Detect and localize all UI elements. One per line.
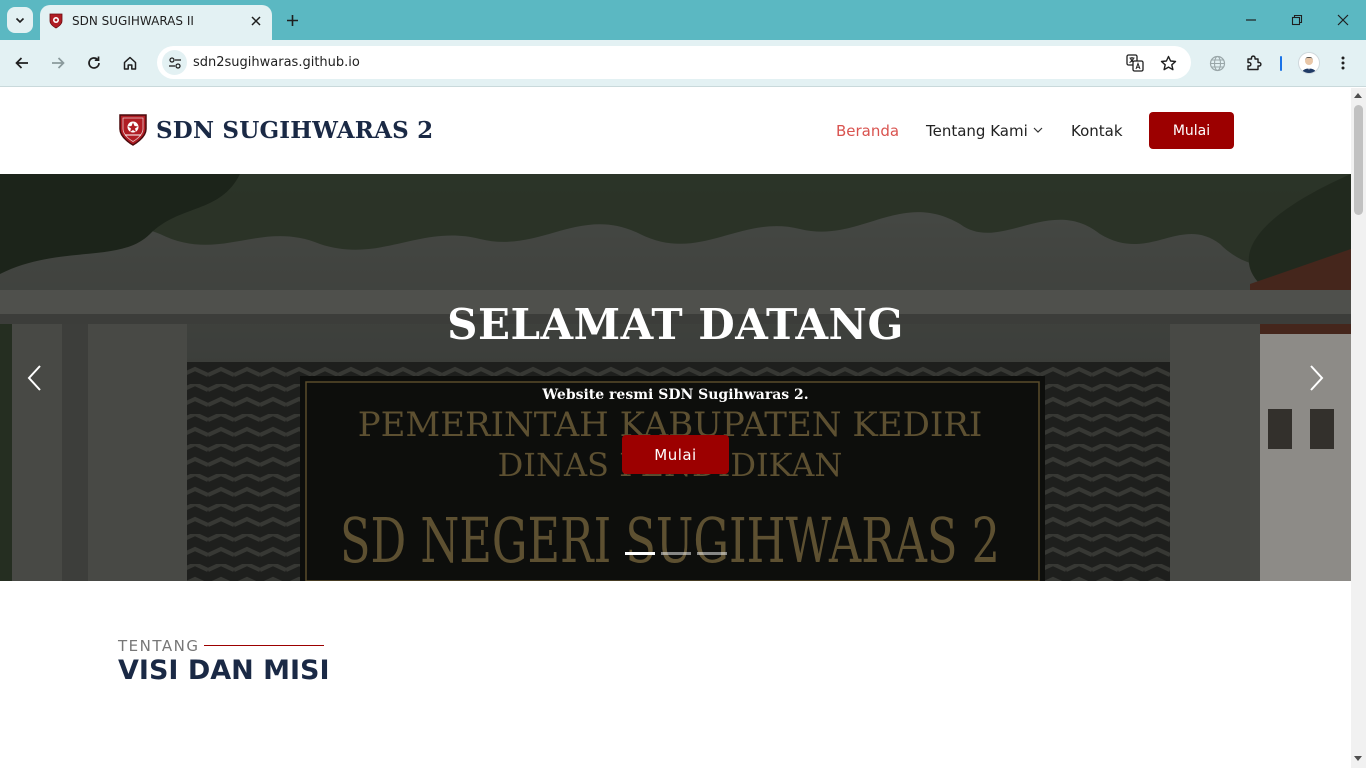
hero-title: SELAMAT DATANG bbox=[447, 300, 904, 349]
close-icon bbox=[1337, 14, 1349, 26]
scroll-up-icon[interactable] bbox=[1354, 93, 1362, 98]
hero-carousel: PEMERINTAH KABUPATEN KEDIRI DINAS PENDID… bbox=[0, 174, 1351, 581]
school-shield-icon bbox=[49, 13, 63, 29]
school-logo-icon bbox=[119, 114, 147, 146]
extensions-button[interactable] bbox=[1241, 50, 1267, 76]
chevron-down-icon bbox=[15, 17, 25, 24]
carousel-next-button[interactable] bbox=[1305, 362, 1329, 394]
url-text: sdn2sugihwaras.github.io bbox=[193, 55, 360, 70]
translate-button[interactable] bbox=[1124, 52, 1146, 74]
site-info-icon bbox=[168, 56, 181, 69]
toolbar-separator bbox=[1280, 56, 1282, 71]
scrollbar-thumb[interactable] bbox=[1354, 105, 1363, 215]
chevron-right-icon bbox=[1310, 365, 1324, 391]
home-button[interactable] bbox=[117, 50, 143, 76]
globe-icon bbox=[1209, 55, 1225, 71]
reload-icon bbox=[88, 56, 100, 69]
kicker-divider bbox=[204, 645, 324, 646]
nav-tentang-kami-label: Tentang Kami bbox=[926, 122, 1028, 140]
browser-toolbar: sdn2sugihwaras.github.io bbox=[0, 40, 1366, 87]
section-kicker: TENTANG bbox=[118, 637, 200, 655]
page-scrollbar[interactable] bbox=[1351, 88, 1366, 768]
carousel-prev-button[interactable] bbox=[22, 362, 46, 394]
forward-icon bbox=[52, 57, 65, 69]
hero-mulai-button[interactable]: Mulai bbox=[622, 435, 729, 474]
kebab-menu-icon bbox=[1341, 56, 1345, 70]
carousel-indicator-1[interactable] bbox=[625, 552, 655, 555]
minimize-button[interactable] bbox=[1239, 8, 1263, 32]
tab-strip: SDN SUGIHWARAS II bbox=[0, 0, 1366, 40]
translate-icon bbox=[1126, 54, 1144, 72]
site-header: SDN SUGIHWARAS 2 Beranda Tentang Kami Ko… bbox=[0, 88, 1351, 174]
star-icon bbox=[1160, 55, 1176, 70]
extensions-icon bbox=[1247, 55, 1262, 71]
plus-icon bbox=[286, 14, 298, 26]
restore-button[interactable] bbox=[1285, 8, 1309, 32]
carousel-indicator-3[interactable] bbox=[697, 552, 727, 555]
header-mulai-button[interactable]: Mulai bbox=[1149, 112, 1234, 149]
close-window-button[interactable] bbox=[1331, 8, 1355, 32]
new-tab-button[interactable] bbox=[281, 9, 303, 31]
section-title: VISI DAN MISI bbox=[118, 655, 330, 686]
browser-menu-button[interactable] bbox=[1330, 50, 1356, 76]
browser-tab[interactable]: SDN SUGIHWARAS II bbox=[40, 5, 272, 40]
hero-overlay bbox=[0, 174, 1351, 581]
profile-avatar-button[interactable] bbox=[1298, 52, 1320, 74]
home-icon bbox=[123, 56, 137, 70]
reload-button[interactable] bbox=[81, 50, 107, 76]
chevron-left-icon bbox=[27, 365, 41, 391]
back-button[interactable] bbox=[9, 50, 35, 76]
site-info-button[interactable] bbox=[162, 50, 187, 75]
minimize-icon bbox=[1246, 19, 1256, 21]
web-extension-button[interactable] bbox=[1204, 50, 1230, 76]
forward-button[interactable] bbox=[45, 50, 71, 76]
address-bar[interactable]: sdn2sugihwaras.github.io bbox=[157, 46, 1191, 79]
tab-title: SDN SUGIHWARAS II bbox=[72, 14, 194, 28]
avatar-icon bbox=[1302, 57, 1316, 73]
site-brand-link[interactable]: SDN SUGIHWARAS 2 bbox=[156, 117, 433, 144]
back-icon bbox=[15, 57, 28, 69]
bookmark-button[interactable] bbox=[1157, 52, 1179, 74]
carousel-indicator-2[interactable] bbox=[661, 552, 691, 555]
restore-icon bbox=[1291, 14, 1303, 26]
nav-kontak[interactable]: Kontak bbox=[1071, 122, 1123, 140]
nav-tentang-kami[interactable]: Tentang Kami bbox=[926, 122, 1043, 140]
scroll-down-icon[interactable] bbox=[1354, 756, 1362, 761]
hero-subtitle: Website resmi SDN Sugihwaras 2. bbox=[542, 387, 809, 403]
tab-search-button[interactable] bbox=[7, 7, 33, 33]
page-viewport: SDN SUGIHWARAS 2 Beranda Tentang Kami Ko… bbox=[0, 88, 1351, 768]
chevron-down-icon bbox=[1033, 127, 1043, 133]
nav-beranda[interactable]: Beranda bbox=[836, 122, 899, 140]
close-icon bbox=[251, 16, 261, 26]
tab-close-button[interactable] bbox=[248, 13, 264, 29]
